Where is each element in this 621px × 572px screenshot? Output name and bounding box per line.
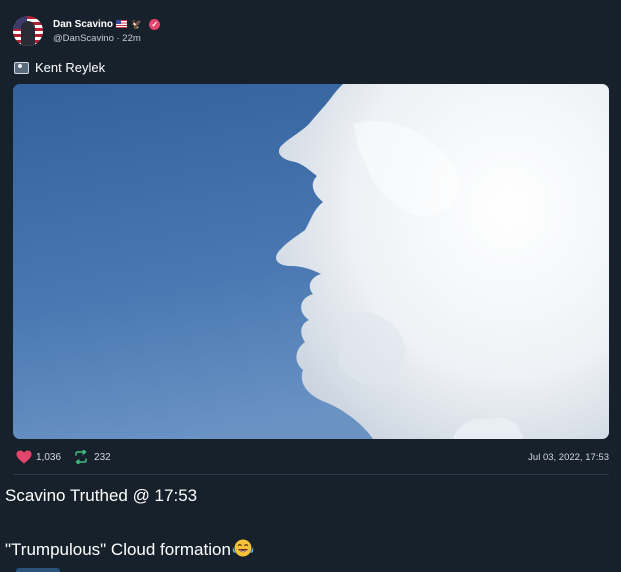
author-name[interactable]: Dan Scavino: [53, 19, 113, 30]
avatar-person-silhouette: [21, 21, 35, 46]
post-header: Dan Scavino 🦅 ✓ @DanScavino · 22m: [13, 14, 161, 48]
post-stats: 1,036 232 Jul 03, 2022, 17:53: [16, 449, 609, 465]
avatar[interactable]: [13, 16, 43, 46]
post-timestamp[interactable]: Jul 03, 2022, 17:53: [528, 452, 609, 463]
us-flag-icon: [116, 20, 128, 28]
cloud-photo-illustration: [13, 84, 609, 439]
message-line-2: "Trumpulous" Cloud formation: [5, 538, 254, 560]
author-name-row: Dan Scavino 🦅 ✓: [53, 17, 161, 31]
post-image[interactable]: [13, 84, 609, 439]
reaction-bar-stub[interactable]: [16, 568, 60, 572]
author-block: Dan Scavino 🦅 ✓ @DanScavino · 22m: [53, 17, 161, 45]
divider: [13, 474, 609, 475]
repost-icon[interactable]: [73, 450, 89, 464]
source-label: Kent Reylek: [35, 60, 106, 75]
face-with-tears-of-joy-icon: [232, 539, 254, 557]
source-credit: Kent Reylek: [14, 60, 105, 75]
likes-count: 1,036: [36, 451, 62, 463]
author-handle-time[interactable]: @DanScavino · 22m: [53, 33, 160, 45]
camera-icon: [14, 61, 29, 74]
eagle-icon: 🦅: [131, 18, 143, 29]
reposts-count: 232: [94, 451, 111, 463]
message-line-1: Scavino Truthed @ 17:53: [5, 486, 198, 505]
verified-badge-icon: ✓: [149, 18, 161, 30]
cloud-shape: [276, 84, 609, 439]
heart-icon[interactable]: [16, 450, 32, 464]
message-line-2-text: "Trumpulous" Cloud formation: [5, 540, 231, 559]
